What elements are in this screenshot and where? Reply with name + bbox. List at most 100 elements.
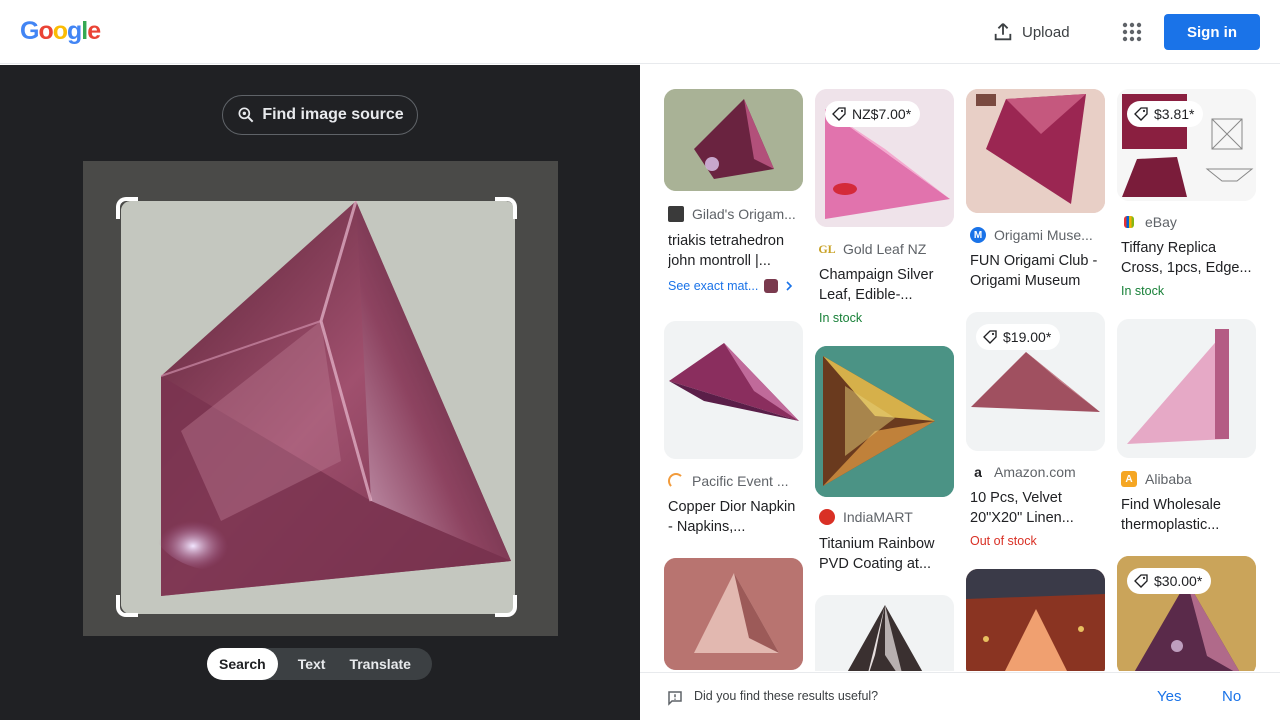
lens-mode-tabs: Search Text Translate <box>207 648 432 680</box>
result-thumbnail[interactable]: $19.00* <box>966 312 1105 451</box>
result-thumbnail[interactable] <box>966 89 1105 213</box>
sign-in-button[interactable]: Sign in <box>1164 14 1260 50</box>
feedback-yes-button[interactable]: Yes <box>1157 688 1181 705</box>
chevron-right-icon <box>786 281 793 291</box>
result-card[interactable]: Pacific Event ... Copper Dior Napkin - N… <box>664 321 803 541</box>
feedback-no-button[interactable]: No <box>1222 688 1241 705</box>
result-card[interactable]: $3.81* eBay Tiffany Replica Cross, 1pcs,… <box>1117 89 1256 309</box>
result-thumbnail[interactable] <box>966 569 1105 671</box>
results-panel: Gilad's Origam... triakis tetrahedron jo… <box>640 65 1280 671</box>
exact-match-thumb <box>764 279 779 293</box>
crop-region[interactable] <box>121 201 515 614</box>
result-card[interactable]: NZ$7.00* GL Gold Leaf NZ Champaign Silve… <box>815 89 954 339</box>
result-title[interactable]: triakis tetrahedron john montroll |... <box>668 231 803 271</box>
result-thumbnail[interactable] <box>664 558 803 670</box>
google-logo[interactable]: Google <box>20 17 101 46</box>
price-tag-icon <box>1134 107 1148 121</box>
result-card[interactable]: M Origami Muse... FUN Origami Club - Ori… <box>966 89 1105 299</box>
site-favicon: a <box>970 464 986 480</box>
see-exact-matches-link[interactable]: See exact mat... <box>668 279 794 293</box>
tab-translate[interactable]: Translate <box>339 648 420 680</box>
result-title[interactable]: 10 Pcs, Velvet 20"X20" Linen... <box>970 488 1105 528</box>
stock-status: Out of stock <box>970 534 1037 548</box>
price-badge: $19.00* <box>976 324 1061 350</box>
source-name: Amazon.com <box>994 464 1076 480</box>
site-favicon: GL <box>819 241 836 257</box>
result-thumbnail[interactable] <box>664 321 803 459</box>
stock-status: In stock <box>819 311 863 325</box>
result-card[interactable] <box>966 569 1105 671</box>
logo-letter: o <box>38 17 53 45</box>
price-tag-icon <box>983 330 997 344</box>
result-card[interactable]: Gilad's Origam... triakis tetrahedron jo… <box>664 89 803 309</box>
site-favicon <box>668 206 684 222</box>
result-card[interactable] <box>664 558 803 671</box>
result-source[interactable]: GL Gold Leaf NZ <box>819 241 954 257</box>
feedback-question: Did you find these results useful? <box>694 689 879 703</box>
crop-handle-bottom-right[interactable] <box>495 595 517 617</box>
result-thumbnail[interactable]: $30.00* <box>1117 556 1256 671</box>
price-tag-icon <box>1134 574 1148 588</box>
result-source[interactable]: A Alibaba <box>1121 471 1256 487</box>
price-value: $30.00* <box>1154 573 1203 589</box>
result-source[interactable]: Pacific Event ... <box>668 473 803 489</box>
result-title[interactable]: Titanium Rainbow PVD Coating at... <box>819 534 954 574</box>
price-value: $19.00* <box>1003 329 1052 345</box>
logo-letter: o <box>52 17 68 45</box>
price-badge: NZ$7.00* <box>825 101 921 127</box>
source-name: Gilad's Origam... <box>692 206 796 222</box>
site-favicon <box>819 509 835 525</box>
result-thumbnail[interactable] <box>815 595 954 671</box>
price-badge: $30.00* <box>1127 568 1212 594</box>
stock-status: In stock <box>1121 284 1165 298</box>
price-tag-icon <box>832 107 846 121</box>
site-favicon: A <box>1121 471 1137 487</box>
tab-search[interactable]: Search <box>207 648 278 680</box>
result-card[interactable]: $30.00* <box>1117 556 1256 671</box>
result-thumbnail[interactable] <box>1117 319 1256 458</box>
upload-icon <box>994 23 1012 41</box>
source-name: Origami Muse... <box>994 227 1093 243</box>
result-source[interactable]: a Amazon.com <box>970 464 1105 480</box>
tab-text[interactable]: Text <box>278 648 340 680</box>
lens-panel: Find image source Search Text Translate <box>0 65 640 720</box>
source-name: eBay <box>1145 214 1177 230</box>
logo-letter: e <box>87 17 101 45</box>
result-title[interactable]: FUN Origami Club - Origami Museum <box>970 251 1105 291</box>
lens-search-icon <box>238 107 254 123</box>
logo-letter: G <box>20 17 39 45</box>
crop-handle-bottom-left[interactable] <box>116 595 138 617</box>
result-source[interactable]: Gilad's Origam... <box>668 206 803 222</box>
result-source[interactable]: M Origami Muse... <box>970 227 1105 243</box>
crop-handle-top-left[interactable] <box>116 197 138 219</box>
result-card[interactable]: IndiaMART Titanium Rainbow PVD Coating a… <box>815 346 954 576</box>
source-name: IndiaMART <box>843 509 913 525</box>
feedback-icon <box>668 691 682 706</box>
result-title[interactable]: Copper Dior Napkin - Napkins,... <box>668 497 803 537</box>
result-title[interactable]: Champaign Silver Leaf, Edible-... <box>819 265 954 305</box>
price-value: $3.81* <box>1154 106 1195 122</box>
site-favicon <box>668 473 684 489</box>
result-title[interactable]: Tiffany Replica Cross, 1pcs, Edge... <box>1121 238 1256 278</box>
result-source[interactable]: eBay <box>1121 214 1256 230</box>
site-favicon: M <box>970 227 986 243</box>
result-thumbnail[interactable] <box>664 89 803 191</box>
find-image-source-button[interactable]: Find image source <box>222 95 418 135</box>
site-favicon <box>1124 216 1134 228</box>
result-card[interactable]: A Alibaba Find Wholesale thermoplastic..… <box>1117 319 1256 549</box>
result-thumbnail[interactable]: $3.81* <box>1117 89 1256 201</box>
source-name: Pacific Event ... <box>692 473 789 489</box>
crop-handle-top-right[interactable] <box>495 197 517 219</box>
result-card[interactable] <box>815 595 954 671</box>
see-exact-matches-label: See exact mat... <box>668 279 759 293</box>
result-thumbnail[interactable]: NZ$7.00* <box>815 89 954 227</box>
result-card[interactable]: $19.00* a Amazon.com 10 Pcs, Velvet 20"X… <box>966 312 1105 552</box>
upload-button[interactable]: Upload <box>992 20 1070 44</box>
top-bar: Google Upload Sign in <box>0 0 1280 64</box>
result-thumbnail[interactable] <box>815 346 954 497</box>
apps-grid-icon[interactable] <box>1120 20 1144 44</box>
result-source[interactable]: IndiaMART <box>819 509 954 525</box>
logo-letter: g <box>67 17 82 45</box>
result-title[interactable]: Find Wholesale thermoplastic... <box>1121 495 1256 535</box>
source-name: Alibaba <box>1145 471 1192 487</box>
